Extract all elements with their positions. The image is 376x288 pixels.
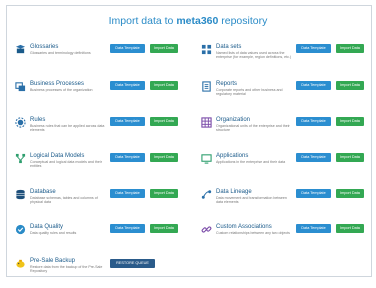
item-data-quality: Data Quality Data quality rules and resu… [15, 224, 195, 254]
report-icon [201, 81, 212, 92]
data-template-button[interactable]: Data Template [110, 44, 145, 53]
item-reports: Reports Corporate reports and other busi… [201, 81, 376, 111]
item-name: Glossaries [30, 44, 59, 50]
item-rules: Rules Business rules that can be applied… [15, 117, 195, 147]
item-description: Named lists of data values used across t… [216, 51, 292, 60]
item-name: Business Processes [30, 81, 85, 87]
quality-icon [15, 224, 26, 235]
item-name: Data Quality [30, 224, 64, 230]
data-template-button[interactable]: Data Template [296, 44, 331, 53]
database-icon [15, 189, 26, 200]
item-name: Reports [216, 81, 238, 87]
item-applications: Applications Applications in the enterpr… [201, 153, 376, 183]
item-name: Data Lineage [216, 189, 252, 195]
import-data-button[interactable]: Import Data [336, 117, 364, 126]
item-name: Custom Associations [216, 224, 272, 230]
lineage-icon [201, 189, 212, 200]
item-business-processes: Business Processes Business processes of… [15, 81, 195, 111]
item-name: Logical Data Models [30, 153, 85, 159]
data-template-button[interactable]: Data Template [110, 153, 145, 162]
item-description: Business rules that can be applied acros… [30, 124, 105, 133]
data-template-button[interactable]: Data Template [296, 117, 331, 126]
data-template-button[interactable]: Data Template [110, 189, 145, 198]
item-glossaries: Glossaries Glossaries and terminology de… [15, 44, 195, 74]
data-template-button[interactable]: Data Template [110, 81, 145, 90]
item-name: Pre-Sale Backup [30, 258, 76, 264]
process-icon [15, 81, 26, 92]
item-description: Applications in the enterprise and their… [216, 160, 286, 164]
link-icon [201, 224, 212, 235]
datasets-icon [201, 44, 212, 55]
data-template-button[interactable]: Data Template [110, 117, 145, 126]
data-template-button[interactable]: Data Template [296, 224, 331, 233]
import-data-button[interactable]: Import Data [336, 153, 364, 162]
data-template-button[interactable]: Data Template [110, 224, 145, 233]
item-data-sets: Data sets Named lists of data values use… [201, 44, 376, 74]
item-name: Data sets [216, 44, 242, 50]
item-name: Applications [216, 153, 249, 159]
item-name: Database [30, 189, 56, 195]
pig-icon [15, 258, 26, 269]
import-data-button[interactable]: Import Data [336, 189, 364, 198]
rules-icon [15, 117, 26, 128]
import-data-button[interactable]: Import Data [336, 44, 364, 53]
item-logical-data-models: Logical Data Models Conceptual and logic… [15, 153, 195, 183]
page-title: Import data to meta360 repository [108, 15, 268, 27]
item-name: Organization [216, 117, 251, 123]
item-description: Glossaries and terminology definitions [30, 51, 91, 55]
item-pre-sale-backup: Pre-Sale Backup Restore data from the ba… [15, 258, 195, 288]
item-description: Custom relationships between any two obj… [216, 231, 290, 235]
item-description: Data movement and transformation between… [216, 196, 287, 205]
data-template-button[interactable]: Data Template [296, 153, 331, 162]
item-description: Corporate reports and other business and… [216, 88, 283, 97]
import-data-button[interactable]: Import Data [150, 81, 178, 90]
model-icon [15, 153, 26, 164]
import-data-button[interactable]: Import Data [150, 153, 178, 162]
item-custom-associations: Custom Associations Custom relationships… [201, 224, 376, 254]
import-data-button[interactable]: Import Data [150, 189, 178, 198]
app-icon [201, 153, 212, 164]
import-data-button[interactable]: Import Data [336, 81, 364, 90]
item-database: Database Database schemas, tables and co… [15, 189, 195, 219]
item-data-lineage: Data Lineage Data movement and transform… [201, 189, 376, 219]
item-description: Restore data from the backup of the Pre-… [30, 265, 103, 274]
book-icon [15, 44, 26, 55]
data-template-button[interactable]: Data Template [296, 81, 331, 90]
item-description: Database schemas, tables and columns of … [30, 196, 98, 205]
import-data-button[interactable]: Import Data [150, 117, 178, 126]
import-data-button[interactable]: Import Data [150, 224, 178, 233]
import-data-button[interactable]: Import Data [336, 224, 364, 233]
item-description: Data quality rules and results [30, 231, 77, 235]
restore-queue-button[interactable]: RESTORE QUEUE [110, 259, 155, 268]
item-organization: Organization Organizational units of the… [201, 117, 376, 147]
import-data-button[interactable]: Import Data [150, 44, 178, 53]
org-icon [201, 117, 212, 128]
item-description: Business processes of the organization [30, 88, 93, 92]
item-name: Rules [30, 117, 46, 123]
data-template-button[interactable]: Data Template [296, 189, 331, 198]
item-description: Organizational units of the enterprise a… [216, 124, 290, 133]
item-description: Conceptual and logical data models and t… [30, 160, 102, 169]
